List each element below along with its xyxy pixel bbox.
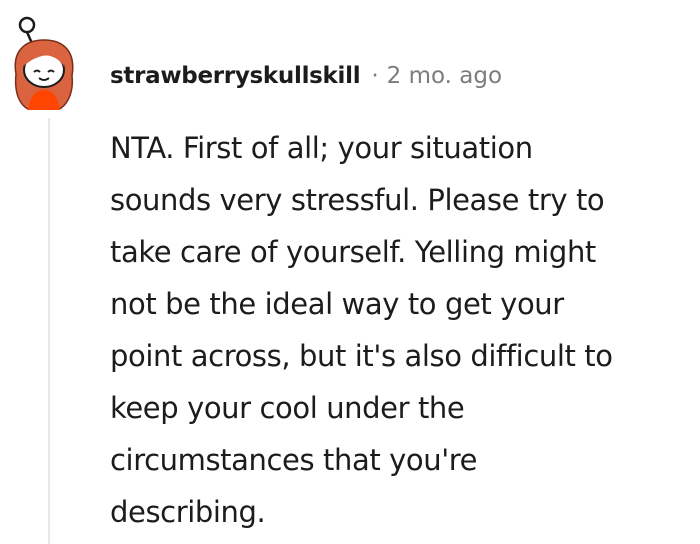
avatar[interactable]: [6, 14, 98, 111]
snoo-avatar-icon: [14, 16, 74, 111]
username-link[interactable]: strawberryskullskill: [110, 63, 361, 89]
comment: strawberryskullskill · 2 mo. ago NTA. Fi…: [0, 0, 700, 544]
comment-body: NTA. First of all; your situation sounds…: [110, 131, 613, 529]
comment-meta: strawberryskullskill · 2 mo. ago: [110, 58, 502, 94]
timestamp[interactable]: 2 mo. ago: [387, 63, 502, 89]
meta-separator: ·: [371, 63, 379, 89]
thread-line[interactable]: [48, 118, 50, 544]
